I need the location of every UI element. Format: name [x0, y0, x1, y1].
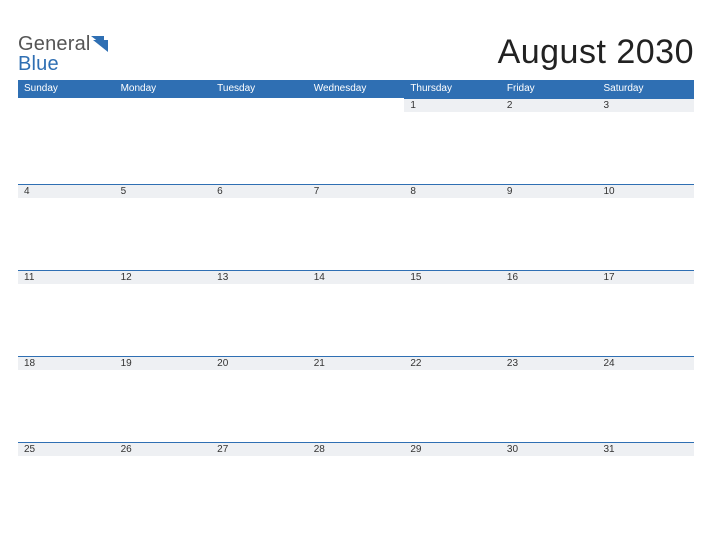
brand-mark-icon: [91, 35, 109, 57]
day-cell: 11: [18, 270, 115, 356]
day-cell: 14: [308, 270, 405, 356]
day-cell: 4: [18, 184, 115, 270]
day-header-row: Sunday Monday Tuesday Wednesday Thursday…: [18, 80, 694, 98]
day-number: 3: [597, 98, 694, 112]
day-header-wednesday: Wednesday: [308, 80, 405, 98]
day-header-saturday: Saturday: [597, 80, 694, 98]
day-cell: 8: [404, 184, 501, 270]
day-number: 30: [501, 442, 598, 456]
day-cell: 20: [211, 356, 308, 442]
day-header-monday: Monday: [115, 80, 212, 98]
day-number: 9: [501, 184, 598, 198]
brand-logo: GeneralBlue: [18, 28, 109, 74]
day-cell: 10: [597, 184, 694, 270]
day-header-friday: Friday: [501, 80, 598, 98]
day-number: 8: [404, 184, 501, 198]
day-cell: 23: [501, 356, 598, 442]
day-number: 15: [404, 270, 501, 284]
day-cell: 29: [404, 442, 501, 528]
day-number: 14: [308, 270, 405, 284]
day-number: 26: [115, 442, 212, 456]
day-number: 5: [115, 184, 212, 198]
day-cell: 5: [115, 184, 212, 270]
day-number: 31: [597, 442, 694, 456]
day-number: 1: [404, 98, 501, 112]
day-cell: [211, 98, 308, 184]
day-number: 23: [501, 356, 598, 370]
day-number: 11: [18, 270, 115, 284]
day-cell: 15: [404, 270, 501, 356]
day-number: 21: [308, 356, 405, 370]
day-cell: 6: [211, 184, 308, 270]
day-cell: [18, 98, 115, 184]
week-row: 4 5 6 7 8 9 10: [18, 184, 694, 270]
day-cell: 17: [597, 270, 694, 356]
day-number: 16: [501, 270, 598, 284]
brand-word-2: Blue: [18, 53, 59, 75]
day-number: 10: [597, 184, 694, 198]
day-cell: 1: [404, 98, 501, 184]
day-cell: 16: [501, 270, 598, 356]
calendar-page: GeneralBlue August 2030 Sunday Monday Tu…: [0, 0, 712, 550]
brand-word-1: General: [18, 33, 91, 55]
day-number: 19: [115, 356, 212, 370]
week-row: 11 12 13 14 15 16 17: [18, 270, 694, 356]
day-cell: [115, 98, 212, 184]
day-cell: 26: [115, 442, 212, 528]
day-cell: 19: [115, 356, 212, 442]
day-number: 20: [211, 356, 308, 370]
day-number: 12: [115, 270, 212, 284]
day-number: 25: [18, 442, 115, 456]
day-cell: 2: [501, 98, 598, 184]
day-number: 24: [597, 356, 694, 370]
day-header-tuesday: Tuesday: [211, 80, 308, 98]
day-number: 7: [308, 184, 405, 198]
day-header-thursday: Thursday: [404, 80, 501, 98]
day-header-sunday: Sunday: [18, 80, 115, 98]
calendar-title: August 2030: [498, 33, 694, 74]
day-cell: 7: [308, 184, 405, 270]
day-cell: 3: [597, 98, 694, 184]
week-row: 18 19 20 21 22 23 24: [18, 356, 694, 442]
day-cell: 31: [597, 442, 694, 528]
day-cell: [308, 98, 405, 184]
week-row: 25 26 27 28 29 30 31: [18, 442, 694, 528]
day-cell: 27: [211, 442, 308, 528]
day-cell: 30: [501, 442, 598, 528]
day-cell: 9: [501, 184, 598, 270]
day-number: 6: [211, 184, 308, 198]
day-number: 18: [18, 356, 115, 370]
day-cell: 28: [308, 442, 405, 528]
day-cell: 25: [18, 442, 115, 528]
day-cell: 13: [211, 270, 308, 356]
day-number: [211, 98, 308, 112]
day-number: 28: [308, 442, 405, 456]
day-number: 2: [501, 98, 598, 112]
day-number: 17: [597, 270, 694, 284]
day-number: [308, 98, 405, 112]
day-number: 29: [404, 442, 501, 456]
day-cell: 24: [597, 356, 694, 442]
day-number: 13: [211, 270, 308, 284]
day-cell: 12: [115, 270, 212, 356]
day-number: 27: [211, 442, 308, 456]
week-row: 1 2 3: [18, 98, 694, 184]
brand-text: GeneralBlue: [18, 34, 109, 74]
day-number: [115, 98, 212, 112]
day-cell: 21: [308, 356, 405, 442]
day-cell: 22: [404, 356, 501, 442]
day-number: 22: [404, 356, 501, 370]
weeks-grid: 1 2 3 4 5 6 7 8 9 10 11 12 13 14 15 16 1…: [18, 98, 694, 528]
day-number: [18, 98, 115, 112]
header: GeneralBlue August 2030: [18, 18, 694, 74]
day-number: 4: [18, 184, 115, 198]
day-cell: 18: [18, 356, 115, 442]
